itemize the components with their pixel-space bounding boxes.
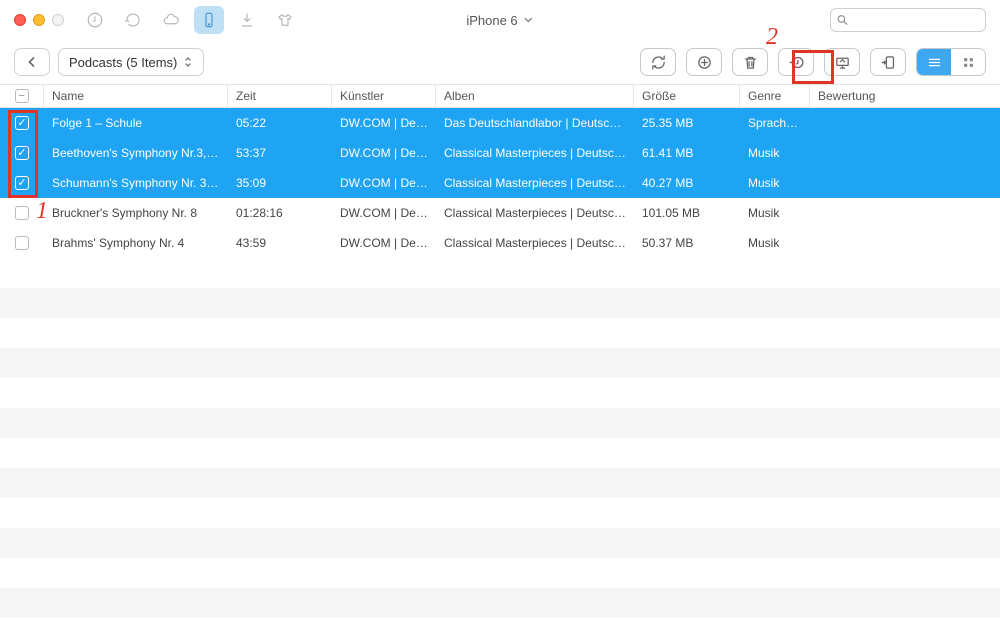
empty-row [0, 528, 1000, 558]
empty-row [0, 378, 1000, 408]
row-checkbox[interactable] [15, 116, 29, 130]
cell-zeit: 01:28:16 [228, 206, 332, 220]
cell-genre: Musik [740, 206, 810, 220]
empty-row [0, 348, 1000, 378]
window-close-button[interactable] [14, 14, 26, 26]
grid-view-button[interactable] [951, 49, 985, 75]
cell-name: Bruckner's Symphony Nr. 8 [44, 206, 228, 220]
cell-name: Brahms' Symphony Nr. 4 [44, 236, 228, 250]
header-groesse[interactable]: Größe [634, 85, 740, 107]
empty-row [0, 318, 1000, 348]
table-body: Folge 1 – Schule05:22DW.COM | Deut…Das D… [0, 108, 1000, 258]
empty-row [0, 288, 1000, 318]
cell-groesse: 25.35 MB [634, 116, 740, 130]
cell-genre: Musik [740, 176, 810, 190]
table-header: Name Zeit Künstler Alben Größe Genre Bew… [0, 84, 1000, 108]
search-field[interactable] [830, 8, 986, 32]
empty-row [0, 558, 1000, 588]
cell-name: Schumann's Symphony Nr. 3,… [44, 176, 228, 190]
cell-genre: Musik [740, 146, 810, 160]
breadcrumb[interactable]: Podcasts (5 Items) [58, 48, 204, 76]
cell-groesse: 50.37 MB [634, 236, 740, 250]
add-button[interactable] [686, 48, 722, 76]
to-computer-button[interactable] [824, 48, 860, 76]
empty-row [0, 438, 1000, 468]
row-checkbox[interactable] [15, 146, 29, 160]
cell-groesse: 61.41 MB [634, 146, 740, 160]
window-zoom-button[interactable] [52, 14, 64, 26]
breadcrumb-label: Podcasts (5 Items) [69, 55, 177, 70]
row-checkbox[interactable] [15, 206, 29, 220]
window-controls [14, 14, 64, 26]
list-view-button[interactable] [917, 49, 951, 75]
row-checkbox[interactable] [15, 236, 29, 250]
delete-button[interactable] [732, 48, 768, 76]
cloud-tab-icon[interactable] [156, 6, 186, 34]
cell-name: Beethoven's Symphony Nr.3, t… [44, 146, 228, 160]
to-device-button[interactable] [870, 48, 906, 76]
empty-row [0, 498, 1000, 528]
header-alben[interactable]: Alben [436, 85, 634, 107]
cell-kuenstler: DW.COM | Deut… [332, 176, 436, 190]
table-row[interactable]: Folge 1 – Schule05:22DW.COM | Deut…Das D… [0, 108, 1000, 138]
header-kuenstler[interactable]: Künstler [332, 85, 436, 107]
empty-row [0, 258, 1000, 288]
empty-row [0, 468, 1000, 498]
cell-kuenstler: DW.COM | Deut… [332, 116, 436, 130]
cell-kuenstler: DW.COM | Deut… [332, 206, 436, 220]
cell-kuenstler: DW.COM | Deut… [332, 146, 436, 160]
cell-alben: Classical Masterpieces | Deutsch… [436, 236, 634, 250]
header-name[interactable]: Name [44, 85, 228, 107]
cell-groesse: 40.27 MB [634, 176, 740, 190]
top-toolbar: iPhone 6 [0, 0, 1000, 40]
annotation-label-1: 1 [36, 198, 48, 225]
download-tab-icon[interactable] [232, 6, 262, 34]
action-group [640, 48, 986, 76]
table-row[interactable]: Bruckner's Symphony Nr. 801:28:16DW.COM … [0, 198, 1000, 228]
empty-row [0, 408, 1000, 438]
cell-alben: Classical Masterpieces | Deutsch… [436, 206, 634, 220]
cell-groesse: 101.05 MB [634, 206, 740, 220]
search-input[interactable] [830, 8, 986, 32]
header-bewertung[interactable]: Bewertung [810, 85, 1000, 107]
cell-alben: Classical Masterpieces | Deutsch… [436, 146, 634, 160]
table-row[interactable]: Brahms' Symphony Nr. 443:59DW.COM | Deut… [0, 228, 1000, 258]
cell-alben: Das Deutschlandlabor | Deutsch l… [436, 116, 634, 130]
row-checkbox[interactable] [15, 176, 29, 190]
header-checkbox-cell [0, 85, 44, 107]
window-minimize-button[interactable] [33, 14, 45, 26]
refresh-button[interactable] [640, 48, 676, 76]
history-tab-icon[interactable] [118, 6, 148, 34]
empty-rows [0, 258, 1000, 618]
header-zeit[interactable]: Zeit [228, 85, 332, 107]
cell-zeit: 35:09 [228, 176, 332, 190]
select-all-checkbox[interactable] [15, 89, 29, 103]
cell-zeit: 53:37 [228, 146, 332, 160]
cell-name: Folge 1 – Schule [44, 116, 228, 130]
device-selector[interactable]: iPhone 6 [466, 13, 533, 28]
chevron-down-icon [524, 15, 534, 25]
cell-genre: Musik [740, 236, 810, 250]
device-tab-icon[interactable] [194, 6, 224, 34]
cell-zeit: 05:22 [228, 116, 332, 130]
cell-kuenstler: DW.COM | Deut… [332, 236, 436, 250]
music-tab-icon[interactable] [80, 6, 110, 34]
to-itunes-button[interactable] [778, 48, 814, 76]
sub-toolbar: Podcasts (5 Items) [0, 40, 1000, 84]
apparel-tab-icon[interactable] [270, 6, 300, 34]
search-icon [836, 14, 849, 27]
cell-genre: Sprachk… [740, 116, 810, 130]
cell-alben: Classical Masterpieces | Deutsch… [436, 176, 634, 190]
back-button[interactable] [14, 48, 50, 76]
cell-zeit: 43:59 [228, 236, 332, 250]
updown-icon [183, 56, 193, 68]
table-row[interactable]: Beethoven's Symphony Nr.3, t…53:37DW.COM… [0, 138, 1000, 168]
empty-row [0, 588, 1000, 618]
header-genre[interactable]: Genre [740, 85, 810, 107]
device-name: iPhone 6 [466, 13, 517, 28]
table-row[interactable]: Schumann's Symphony Nr. 3,…35:09DW.COM |… [0, 168, 1000, 198]
annotation-label-2: 2 [766, 24, 778, 51]
view-toggle [916, 48, 986, 76]
chevron-left-icon [26, 56, 38, 68]
